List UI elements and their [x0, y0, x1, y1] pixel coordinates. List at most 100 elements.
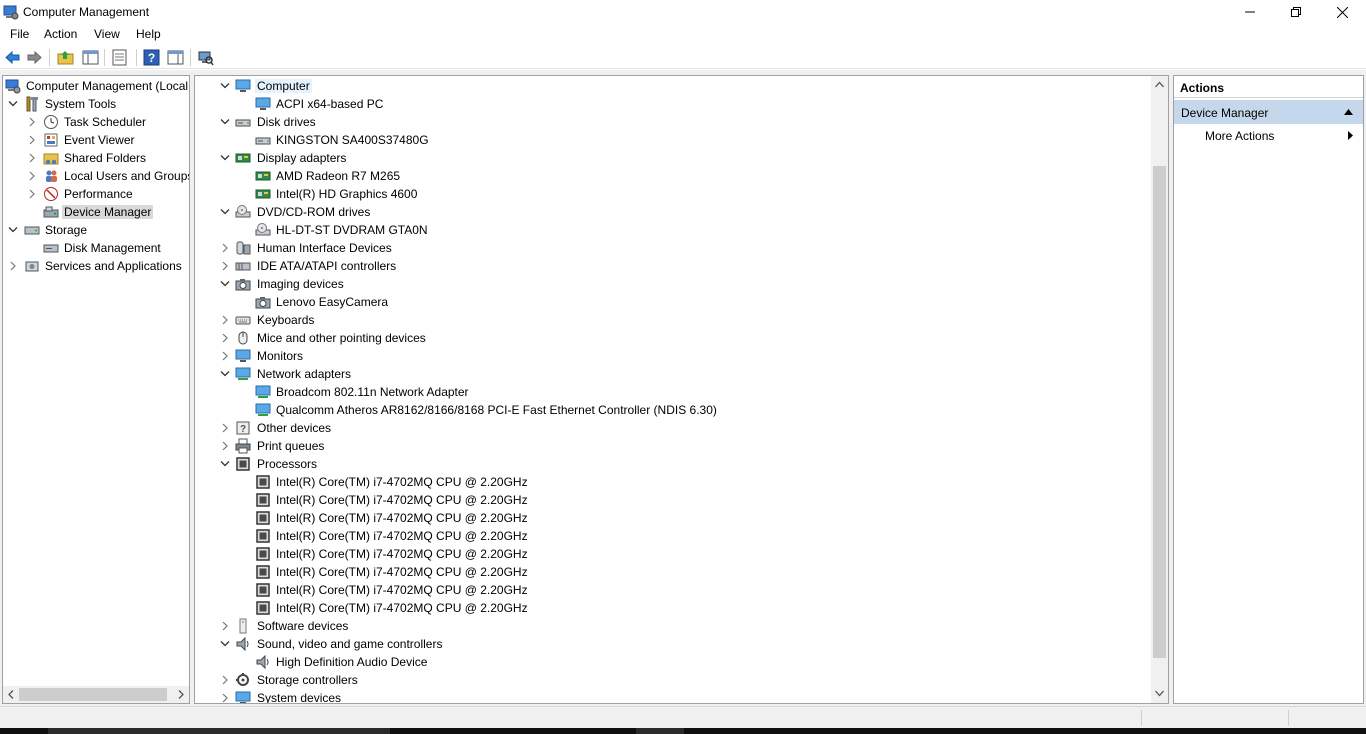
device-tree-item-high-definition-audio-device[interactable]: High Definition Audio Device — [195, 653, 1168, 671]
device-tree-item-imaging-devices[interactable]: Imaging devices — [195, 275, 1168, 293]
device-tree-item-processors[interactable]: Processors — [195, 455, 1168, 473]
scrollbar-thumb[interactable] — [1153, 166, 1166, 658]
device-tree-item-intel-r-core-tm-i7-4702mq-cpu-2-20ghz[interactable]: Intel(R) Core(TM) i7-4702MQ CPU @ 2.20GH… — [195, 563, 1168, 581]
scroll-down-icon[interactable] — [1155, 690, 1164, 697]
device-tree-item-intel-r-core-tm-i7-4702mq-cpu-2-20ghz[interactable]: Intel(R) Core(TM) i7-4702MQ CPU @ 2.20GH… — [195, 509, 1168, 527]
close-button[interactable] — [1319, 0, 1365, 24]
chevron-right-icon[interactable] — [220, 692, 230, 703]
chevron-down-icon[interactable] — [8, 98, 18, 110]
device-tree-item-mice-and-other-pointing-devices[interactable]: Mice and other pointing devices — [195, 329, 1168, 347]
chevron-right-icon[interactable] — [220, 674, 230, 686]
console-tree-item-storage[interactable]: Storage — [3, 221, 189, 239]
chevron-right-icon[interactable] — [27, 188, 37, 200]
console-tree[interactable]: Computer Management (Local System Tools Ta… — [2, 75, 190, 704]
device-tree-item-broadcom-802-11n-network-adapter[interactable]: Broadcom 802.11n Network Adapter — [195, 383, 1168, 401]
device-tree-item-disk-drives[interactable]: Disk drives — [195, 113, 1168, 131]
device-tree-item-keyboards[interactable]: Keyboards — [195, 311, 1168, 329]
chevron-down-icon[interactable] — [220, 368, 230, 380]
device-tree-item-ide-ata-atapi-controllers[interactable]: IDE ATA/ATAPI controllers — [195, 257, 1168, 275]
menu-action[interactable]: Action — [44, 27, 77, 41]
chevron-right-icon[interactable] — [27, 134, 37, 146]
left-horizontal-scrollbar[interactable] — [3, 686, 189, 703]
show-hide-action-pane-icon[interactable] — [167, 49, 184, 66]
chevron-down-icon[interactable] — [220, 80, 230, 92]
device-tree-item-print-queues[interactable]: Print queues — [195, 437, 1168, 455]
chevron-down-icon[interactable] — [220, 278, 230, 290]
device-tree-item-storage-controllers[interactable]: Storage controllers — [195, 671, 1168, 689]
chevron-right-icon[interactable] — [27, 152, 37, 164]
console-tree-item-device-manager[interactable]: Device Manager — [3, 203, 189, 221]
device-tree-item-kingston-sa400s37480g[interactable]: KINGSTON SA400S37480G — [195, 131, 1168, 149]
console-tree-item-system-tools[interactable]: System Tools — [3, 95, 189, 113]
console-tree-item-local-users-and-groups[interactable]: Local Users and Groups — [3, 167, 189, 185]
device-tree-item-network-adapters[interactable]: Network adapters — [195, 365, 1168, 383]
device-tree-item-qualcomm-atheros-ar8162-8166-8168-pci-e-[interactable]: Qualcomm Atheros AR8162/8166/8168 PCI-E … — [195, 401, 1168, 419]
device-tree-item-software-devices[interactable]: Software devices — [195, 617, 1168, 635]
chevron-right-icon[interactable] — [220, 350, 230, 362]
chevron-down-icon[interactable] — [220, 152, 230, 164]
chevron-down-icon[interactable] — [220, 638, 230, 650]
console-tree-item-task-scheduler[interactable]: Task Scheduler — [3, 113, 189, 131]
chevron-right-icon[interactable] — [220, 260, 230, 272]
collapse-up-icon[interactable] — [1344, 109, 1353, 115]
more-actions-item[interactable]: More Actions — [1205, 129, 1274, 143]
device-tree-item-display-adapters[interactable]: Display adapters — [195, 149, 1168, 167]
chevron-down-icon[interactable] — [220, 458, 230, 470]
console-tree-item-event-viewer[interactable]: Event Viewer — [3, 131, 189, 149]
scroll-right-icon[interactable] — [177, 690, 185, 699]
device-tree-item-intel-r-core-tm-i7-4702mq-cpu-2-20ghz[interactable]: Intel(R) Core(TM) i7-4702MQ CPU @ 2.20GH… — [195, 599, 1168, 617]
device-tree-item-monitors[interactable]: Monitors — [195, 347, 1168, 365]
console-tree-item-computer-management-local[interactable]: Computer Management (Local — [3, 77, 189, 95]
device-tree-item-intel-r-core-tm-i7-4702mq-cpu-2-20ghz[interactable]: Intel(R) Core(TM) i7-4702MQ CPU @ 2.20GH… — [195, 581, 1168, 599]
device-tree-item-acpi-x64-based-pc[interactable]: ACPI x64-based PC — [195, 95, 1168, 113]
chevron-right-icon[interactable] — [220, 314, 230, 326]
scroll-up-icon[interactable] — [1155, 81, 1164, 88]
back-arrow-icon[interactable] — [4, 49, 21, 66]
device-tree-item-sound-video-and-game-controllers[interactable]: Sound, video and game controllers — [195, 635, 1168, 653]
device-tree-item-intel-r-hd-graphics-4600[interactable]: Intel(R) HD Graphics 4600 — [195, 185, 1168, 203]
menu-view[interactable]: View — [94, 27, 120, 41]
device-tree-vertical-scrollbar[interactable] — [1151, 76, 1168, 703]
chevron-right-icon[interactable] — [27, 116, 37, 128]
chevron-down-icon[interactable] — [8, 224, 18, 236]
chevron-right-icon[interactable] — [220, 242, 230, 254]
show-hide-tree-icon[interactable] — [82, 49, 99, 66]
console-tree-item-shared-folders[interactable]: Shared Folders — [3, 149, 189, 167]
chevron-right-icon[interactable] — [220, 332, 230, 344]
properties-icon[interactable] — [111, 49, 128, 66]
device-tree-item-intel-r-core-tm-i7-4702mq-cpu-2-20ghz[interactable]: Intel(R) Core(TM) i7-4702MQ CPU @ 2.20GH… — [195, 545, 1168, 563]
menu-help[interactable]: Help — [136, 27, 161, 41]
restore-button[interactable] — [1273, 0, 1319, 24]
minimize-button[interactable] — [1227, 0, 1273, 24]
device-tree-item-amd-radeon-r7-m265[interactable]: AMD Radeon R7 M265 — [195, 167, 1168, 185]
scroll-left-icon[interactable] — [7, 690, 15, 699]
console-tree-item-services-and-applications[interactable]: Services and Applications — [3, 257, 189, 275]
chevron-right-icon[interactable] — [220, 422, 230, 434]
device-tree-item-human-interface-devices[interactable]: Human Interface Devices — [195, 239, 1168, 257]
chevron-right-icon[interactable] — [8, 260, 18, 272]
device-tree-item-intel-r-core-tm-i7-4702mq-cpu-2-20ghz[interactable]: Intel(R) Core(TM) i7-4702MQ CPU @ 2.20GH… — [195, 491, 1168, 509]
menu-file[interactable]: File — [10, 27, 29, 41]
console-tree-item-performance[interactable]: Performance — [3, 185, 189, 203]
chevron-right-icon[interactable] — [220, 440, 230, 452]
chevron-down-icon[interactable] — [220, 116, 230, 128]
chevron-down-icon[interactable] — [220, 206, 230, 218]
help-icon[interactable]: ? — [143, 49, 160, 66]
actions-section-device-manager[interactable]: Device Manager — [1174, 100, 1363, 124]
device-tree[interactable]: Computer ACPI x64-based PC Disk drives KING… — [194, 75, 1169, 704]
console-tree-item-disk-management[interactable]: Disk Management — [3, 239, 189, 257]
forward-arrow-icon[interactable] — [26, 49, 43, 66]
device-tree-item-computer[interactable]: Computer — [195, 77, 1168, 95]
device-tree-item-system-devices[interactable]: System devices — [195, 689, 1168, 703]
device-tree-item-lenovo-easycamera[interactable]: Lenovo EasyCamera — [195, 293, 1168, 311]
device-tree-item-dvd-cd-rom-drives[interactable]: DVD/CD-ROM drives — [195, 203, 1168, 221]
device-tree-item-hl-dt-st-dvdram-gta0n[interactable]: HL-DT-ST DVDRAM GTA0N — [195, 221, 1168, 239]
scan-hardware-icon[interactable] — [197, 49, 214, 66]
chevron-right-icon[interactable] — [220, 620, 230, 632]
scrollbar-thumb[interactable] — [19, 688, 167, 701]
device-tree-item-intel-r-core-tm-i7-4702mq-cpu-2-20ghz[interactable]: Intel(R) Core(TM) i7-4702MQ CPU @ 2.20GH… — [195, 473, 1168, 491]
device-tree-item-other-devices[interactable]: ? Other devices — [195, 419, 1168, 437]
chevron-right-icon[interactable] — [27, 170, 37, 182]
device-tree-item-intel-r-core-tm-i7-4702mq-cpu-2-20ghz[interactable]: Intel(R) Core(TM) i7-4702MQ CPU @ 2.20GH… — [195, 527, 1168, 545]
up-folder-icon[interactable] — [57, 49, 74, 66]
